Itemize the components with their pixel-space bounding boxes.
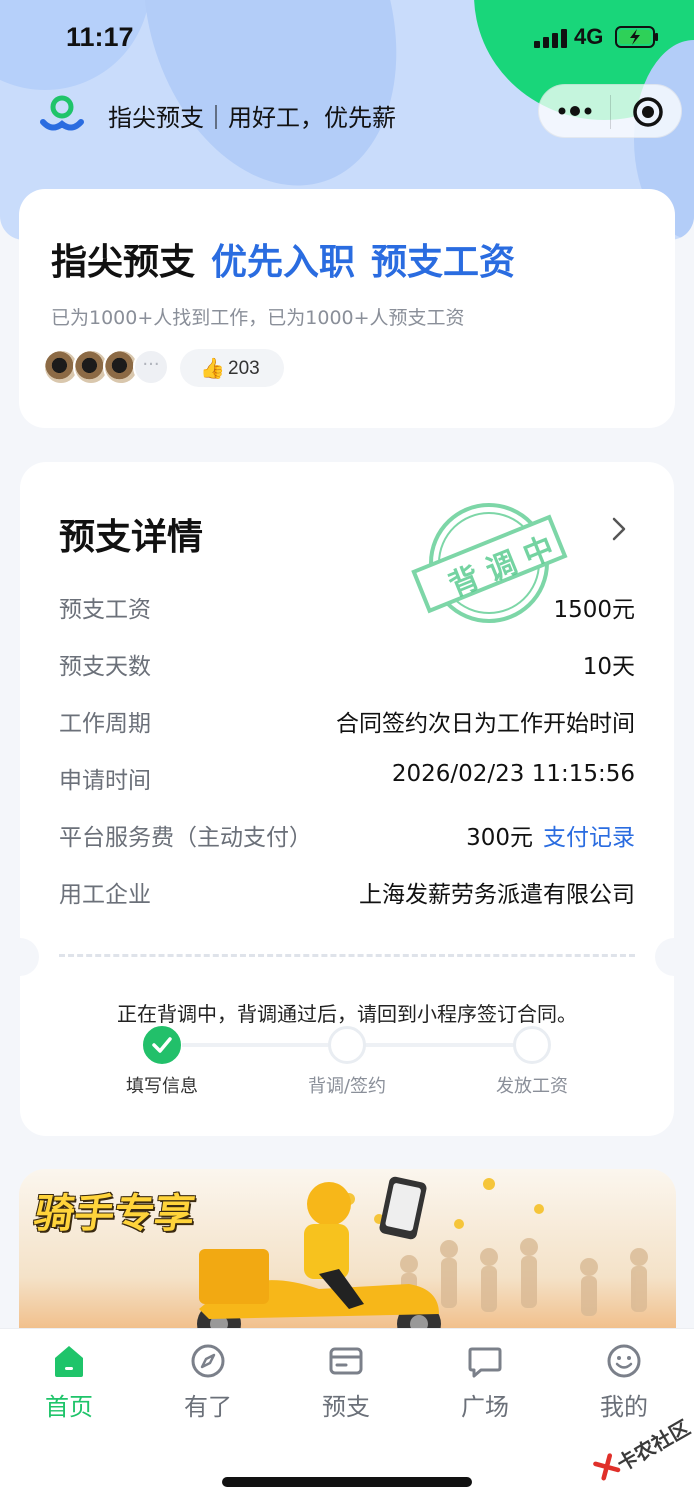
- chat-icon: [468, 1347, 502, 1378]
- dashed-divider: [59, 954, 635, 957]
- network-type: 4G: [574, 24, 604, 49]
- bottom-tab-bar: 首页 有了 预支 广场 我的: [0, 1328, 694, 1500]
- capsule-divider: [610, 95, 611, 129]
- capsule-menu: [538, 84, 682, 138]
- hero-subtitle: 已为1000+人找到工作，已为1000+人预支工资: [51, 307, 465, 329]
- avatar-more: ···: [133, 349, 169, 385]
- row-label: 工作周期: [59, 711, 151, 737]
- close-target-icon[interactable]: [631, 95, 665, 129]
- row-value: 300元 支付记录: [466, 818, 635, 852]
- wallet-icon: [329, 1347, 363, 1375]
- compass-icon: [191, 1344, 225, 1378]
- hero-title-brand: 指尖预支: [51, 242, 196, 283]
- banner-title: 骑手专享: [31, 1191, 198, 1237]
- rider-promo-banner[interactable]: 骑手专享: [19, 1169, 676, 1349]
- detail-row-advance-salary: 预支工资 1500元: [59, 590, 635, 624]
- avatar-group[interactable]: ···: [43, 349, 173, 387]
- row-value: 上海发薪劳务派遣有限公司: [359, 882, 635, 908]
- hero-title-highlight-2: 预支工资: [371, 242, 516, 283]
- thumbs-up-icon: 👍: [200, 356, 225, 380]
- detail-row-advance-days: 预支天数 10天: [59, 647, 635, 681]
- app-logo-icon: [40, 95, 84, 131]
- step-label: 填写信息: [126, 1076, 198, 1097]
- step-label: 背调/签约: [307, 1076, 387, 1097]
- like-button[interactable]: 👍 203: [180, 349, 284, 387]
- check-icon: [152, 1037, 172, 1053]
- like-count: 203: [228, 358, 260, 379]
- tab-label: 广场: [461, 1393, 509, 1421]
- payment-record-link[interactable]: 支付记录: [543, 825, 635, 851]
- tab-discover[interactable]: 有了: [158, 1343, 258, 1433]
- status-bar: 11:17 4G: [0, 0, 694, 76]
- tab-advance[interactable]: 预支: [296, 1343, 396, 1433]
- tab-label: 预支: [322, 1393, 370, 1421]
- step-fill-info: [143, 1026, 181, 1064]
- home-icon: [55, 1346, 83, 1377]
- detail-row-employer: 用工企业 上海发薪劳务派遣有限公司: [59, 875, 635, 909]
- status-time: 11:17: [66, 22, 134, 52]
- row-label: 预支工资: [59, 597, 151, 623]
- more-icon[interactable]: [557, 98, 593, 124]
- row-label: 预支天数: [59, 654, 151, 680]
- row-value: 合同签约次日为工作开始时间: [336, 711, 635, 737]
- step-pay-salary: [513, 1026, 551, 1064]
- mini-program-nav: 指尖预支｜用好工，优先薪: [0, 80, 694, 146]
- detail-title: 预支详情: [59, 517, 204, 558]
- row-value: 10天: [582, 654, 635, 680]
- advance-detail-card[interactable]: 预支详情 背调中 预支工资 1500元 预支天数 10天 工作周期 合同签约次日…: [1, 462, 693, 1136]
- detail-row-work-period: 工作周期 合同签约次日为工作开始时间: [59, 704, 635, 738]
- chevron-right-icon[interactable]: [610, 516, 628, 542]
- row-label: 申请时间: [59, 768, 151, 794]
- ticket-notch-right: [655, 938, 693, 976]
- row-value: 1500元: [553, 597, 635, 623]
- detail-row-service-fee: 平台服务费（主动支付） 300元 支付记录: [59, 818, 635, 852]
- hero-title-highlight-1: 优先入职: [211, 242, 356, 283]
- service-fee-amount: 300元: [466, 825, 533, 851]
- hero-title: 指尖预支 优先入职 预支工资: [51, 233, 515, 285]
- home-indicator: [222, 1477, 472, 1487]
- row-label: 平台服务费（主动支付）: [59, 825, 312, 851]
- battery-icon: [615, 26, 658, 48]
- ticket-notch-left: [1, 938, 39, 976]
- row-value: 2026/02/23 11:15:56: [391, 761, 635, 787]
- nav-title: 指尖预支｜用好工，优先薪: [108, 104, 396, 132]
- step-background-check: [328, 1026, 366, 1064]
- row-label: 用工企业: [59, 882, 151, 908]
- tab-square[interactable]: 广场: [435, 1343, 535, 1433]
- status-notice: 正在背调中，背调通过后，请回到小程序签订合同。: [117, 1002, 577, 1026]
- step-label: 发放工资: [496, 1076, 568, 1097]
- detail-row-apply-time: 申请时间 2026/02/23 11:15:56: [59, 761, 635, 795]
- signal-icon: [534, 28, 568, 48]
- tab-label: 有了: [184, 1393, 232, 1421]
- smile-icon: [607, 1344, 641, 1378]
- tab-home[interactable]: 首页: [19, 1343, 119, 1433]
- intro-card: 指尖预支 优先入职 预支工资 已为1000+人找到工作，已为1000+人预支工资 ·…: [19, 189, 675, 428]
- tab-label: 首页: [45, 1393, 93, 1421]
